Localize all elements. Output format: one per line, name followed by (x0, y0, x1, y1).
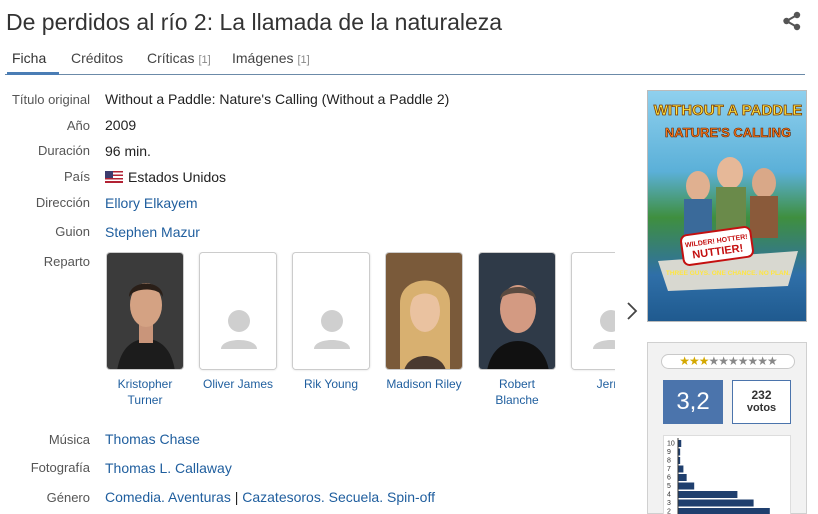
writer-label: Guion (55, 224, 90, 239)
actor-name: Madison Riley (386, 377, 462, 391)
histogram-bar (678, 482, 695, 490)
share-icon[interactable] (782, 11, 802, 31)
us-flag-icon (105, 171, 123, 183)
country-name: Estados Unidos (128, 169, 227, 185)
histogram-label: 7 (667, 466, 671, 473)
histogram-bar (678, 465, 684, 473)
tab-imagenes[interactable]: Imágenes [1] (232, 50, 310, 66)
placeholder-avatar-icon (292, 252, 370, 370)
rating-panel: ★★★★★★★★★★ 3,2 232 votos 10987654321 (647, 342, 807, 514)
tab-criticas[interactable]: Críticas [1] (147, 50, 211, 66)
actor-name: Kristopher Turner (117, 377, 173, 407)
genre-value: Comedia. Aventuras | Cazatesoros. Secuel… (105, 489, 435, 505)
placeholder-avatar-icon (199, 252, 277, 370)
poster-title-line1: WITHOUT A PADDLE (654, 102, 803, 119)
music-label: Música (48, 432, 90, 447)
actor-photo (478, 252, 556, 370)
histogram-label: 8 (667, 458, 671, 465)
movie-poster[interactable]: WITHOUT A PADDLE NATURE'S CALLING WILDER… (647, 90, 807, 322)
histogram-label: 6 (667, 475, 671, 482)
year-value: 2009 (105, 117, 137, 133)
actor-name: Jerry (596, 377, 615, 391)
writer-link[interactable]: Stephen Mazur (105, 224, 200, 240)
cast-member[interactable]: Oliver James (198, 252, 278, 392)
tab-label: Créditos (71, 50, 124, 66)
tab-ficha[interactable]: Ficha (12, 50, 46, 66)
chevron-right-icon[interactable] (625, 300, 639, 322)
country-value: Estados Unidos (105, 169, 226, 185)
active-tab-indicator (7, 72, 59, 75)
director-link[interactable]: Ellory Elkayem (105, 195, 198, 211)
rating-histogram: 10987654321 (663, 435, 791, 514)
cast-member[interactable]: Jerry (570, 252, 615, 392)
cast-label: Reparto (43, 254, 90, 269)
tab-label: Críticas (147, 50, 195, 66)
star-rating: ★★★★★★★★★★ (661, 354, 795, 369)
histogram-bar (678, 499, 754, 507)
actor-name: Robert Blanche (495, 377, 539, 407)
country-label: País (63, 169, 90, 184)
placeholder-avatar-icon (571, 252, 615, 370)
poster-title-line2: NATURE'S CALLING (665, 125, 791, 140)
cast-member[interactable]: Madison Riley (384, 252, 464, 392)
average-rating: 3,2 (663, 380, 723, 424)
actor-name: Oliver James (202, 377, 273, 391)
poster-tagline: THREE GUYS. ONE CHANCE. NO PLAN. (666, 270, 790, 277)
director-label: Dirección (35, 195, 90, 210)
histogram-label: 2 (667, 509, 671, 514)
votes-count: 232 (751, 388, 772, 402)
histogram-label: 4 (667, 492, 671, 499)
music-link[interactable]: Thomas Chase (105, 431, 200, 447)
duration-value: 96 min. (105, 143, 151, 159)
cast-member[interactable]: Robert Blanche (477, 252, 557, 408)
original-title-value: Without a Paddle: Nature's Calling (With… (105, 91, 450, 107)
histogram-label: 3 (667, 500, 671, 507)
histogram-bar (678, 491, 738, 498)
actor-photo (385, 252, 463, 370)
topics-link[interactable]: Cazatesoros. Secuela. Spin-off (242, 489, 435, 505)
genre-separator: | (234, 489, 239, 505)
genre-label: Género (46, 490, 90, 505)
tab-count: [1] (198, 54, 211, 66)
genre-link[interactable]: Comedia. Aventuras (105, 489, 231, 505)
histogram-label: 5 (667, 483, 671, 490)
histogram-label: 9 (667, 449, 671, 456)
stars-filled: ★★★ (679, 354, 709, 368)
histogram-label: 10 (667, 441, 675, 448)
histogram-bar (678, 474, 687, 481)
photography-link[interactable]: Thomas L. Callaway (105, 460, 232, 476)
votes-button[interactable]: 232 votos (732, 380, 791, 424)
cast-member[interactable]: Kristopher Turner (105, 252, 185, 408)
tab-label: Ficha (12, 50, 47, 66)
photography-label: Fotografía (30, 460, 90, 475)
original-title-label: Título original (11, 92, 90, 107)
cast-carousel: Kristopher Turner Oliver James Rik Young (105, 252, 615, 412)
histogram-bar (678, 508, 770, 514)
year-label: Año (66, 118, 90, 133)
page-title: De perdidos al río 2: La llamada de la n… (6, 9, 503, 35)
cast-member[interactable]: Rik Young (291, 252, 371, 392)
tab-label: Imágenes (232, 50, 294, 66)
actor-name: Rik Young (303, 377, 359, 391)
tab-creditos[interactable]: Créditos (71, 50, 123, 66)
votes-label: votos (746, 402, 777, 414)
stars-empty: ★★★★★★★ (708, 354, 777, 368)
tab-count: [1] (297, 54, 310, 66)
duration-label: Duración (37, 143, 90, 158)
tab-bar: Ficha Créditos Críticas [1] Imágenes [1] (5, 44, 805, 75)
actor-photo (106, 252, 184, 370)
